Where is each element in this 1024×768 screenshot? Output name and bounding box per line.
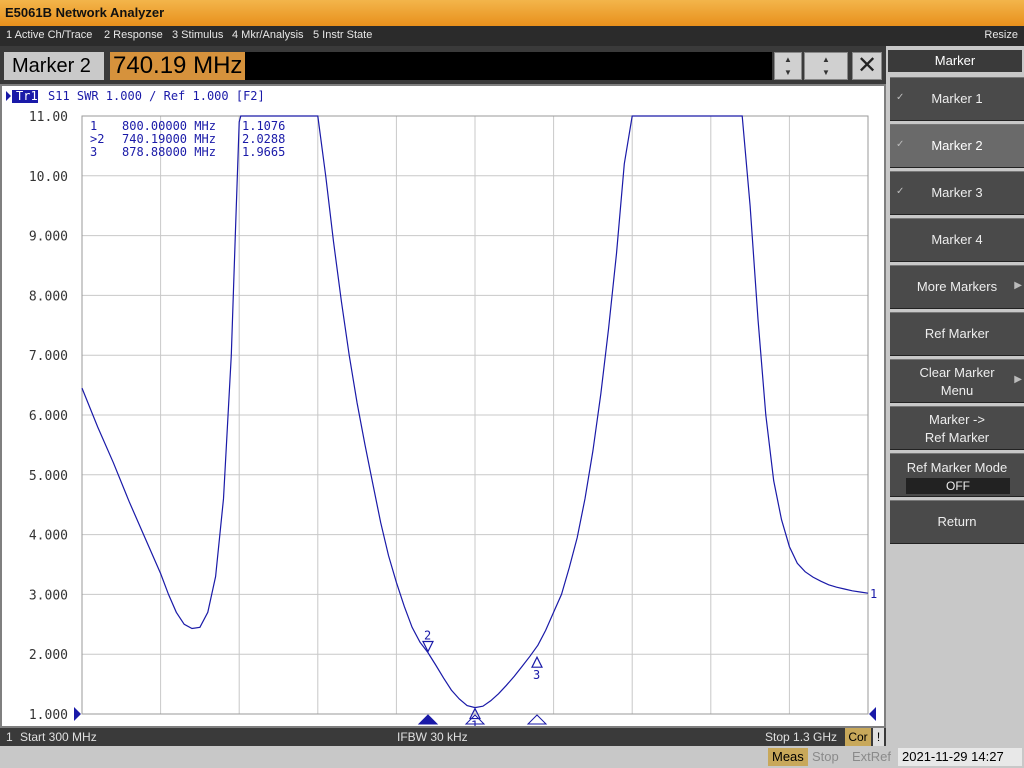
submenu-arrow-icon: ▶ [1014,280,1022,291]
softkey-label: More Markers [916,279,998,294]
window-title: E5061B Network Analyzer [5,5,165,20]
marker-table-value: 1.9665 [242,145,285,159]
softkey-label: Marker 4 [931,232,983,247]
marker-2-label: 2 [424,628,431,642]
trace-end-label: 1 [870,587,877,601]
menu-mkr-analysis[interactable]: 4 Mkr/Analysis [232,29,304,41]
ref-level-left-icon [74,707,81,721]
trace-header-text: S11 SWR 1.000 / Ref 1.000 [F2] [48,89,265,103]
softkey-menu: Marker ✓ Marker 1 ✓ Marker 2 ✓ Marker 3 … [886,46,1024,746]
channel-status-bar: 1 Start 300 MHz IFBW 30 kHz Stop 1.3 GHz… [0,728,886,746]
y-tick-label: 2.000 [29,648,68,663]
menu-instr-state[interactable]: 5 Instr State [313,29,372,41]
marker-table-value: 1.1076 [242,119,285,133]
stop-indicator: Stop [812,749,839,764]
marker-1-label: 1 [471,719,478,726]
ref-marker-mode-value: OFF [906,478,1010,494]
softkey-marker-1[interactable]: ✓ Marker 1 [890,77,1024,121]
y-tick-label: 11.00 [29,110,68,125]
entry-bar: Marker 2 740.19 MHz ▲ ▼ ▲ ▼ ✕ [0,46,886,84]
softkey-label: Marker 1 [931,91,983,106]
chart-svg: Tr1 S11 SWR 1.000 / Ref 1.000 [F2] 11.00 10… [6,89,877,726]
channel-number: 1 [6,730,13,744]
check-icon: ✓ [896,139,905,150]
y-tick-label: 1.000 [29,708,68,723]
softkey-marker-3[interactable]: ✓ Marker 3 [890,171,1024,215]
marker-2-axis-indicator [417,714,439,725]
marker-3-label: 3 [533,668,540,682]
marker-table-id: >2 [90,132,104,146]
datetime: 2021-11-29 14:27 [898,748,1022,766]
title-bar: E5061B Network Analyzer [0,0,1024,26]
softkey-marker-2[interactable]: ✓ Marker 2 [890,124,1024,168]
application-window: E5061B Network Analyzer 1 Active Ch/Trac… [0,0,1024,768]
softkey-label: Ref Marker [924,326,990,341]
menu-stimulus[interactable]: 3 Stimulus [172,29,223,41]
softkey-more-markers[interactable]: More Markers ▶ [890,265,1024,309]
entry-label: Marker 2 [4,52,104,80]
trace-pointer-icon [6,91,11,101]
marker-table-value: 2.0288 [242,132,285,146]
softkey-label: Marker 3 [931,185,983,200]
check-icon: ✓ [896,92,905,103]
softkey-label-line2: Ref Marker [924,430,990,445]
softkey-ref-marker[interactable]: Ref Marker [890,312,1024,356]
y-tick-label: 5.000 [29,469,68,484]
correction-badge: Cor [845,728,871,746]
softkey-marker-to-ref-marker[interactable]: Marker -> Ref Marker [890,406,1024,450]
entry-step-spinner[interactable]: ▲ ▼ [774,52,802,80]
entry-value-field[interactable]: 740.19 MHz [110,52,772,80]
softkey-clear-marker-menu[interactable]: Clear Marker Menu ▶ [890,359,1024,403]
y-tick-label: 4.000 [29,529,68,544]
menu-bar: 1 Active Ch/Trace 2 Response 3 Stimulus … [0,26,1024,46]
softkey-menu-title: Marker [888,50,1022,72]
knob-down-icon[interactable]: ▼ [805,66,847,79]
marker-2-icon [422,640,434,653]
y-tick-label: 3.000 [29,588,68,603]
marker-3-icon [531,655,543,668]
stop-frequency: Stop 1.3 GHz [765,730,838,744]
resize-button[interactable]: Resize [984,29,1018,41]
entry-close-button[interactable]: ✕ [852,52,882,80]
instrument-status-bar: Meas Stop ExtRef 2021-11-29 14:27 [0,746,1024,768]
y-tick-label: 10.00 [29,170,68,185]
menu-response[interactable]: 2 Response [104,29,163,41]
softkey-label: Marker -> [929,412,985,427]
marker-3-axis-indicator [526,714,548,725]
marker-table-frequency: 878.88000 MHz [122,145,216,159]
marker-table-id: 1 [90,119,97,133]
extref-indicator: ExtRef [852,749,892,764]
softkey-return[interactable]: Return [890,500,1024,544]
submenu-arrow-icon: ▶ [1014,374,1022,385]
knob-up-icon[interactable]: ▲ [805,53,847,66]
marker-table-frequency: 740.19000 MHz [122,132,216,146]
entry-knob-spinner[interactable]: ▲ ▼ [804,52,848,80]
step-up-icon[interactable]: ▲ [775,53,801,66]
y-tick-label: 6.000 [29,409,68,424]
close-icon: ✕ [856,52,878,79]
menu-active-ch-trace[interactable]: 1 Active Ch/Trace [6,29,92,41]
marker-table-frequency: 800.00000 MHz [122,119,216,133]
meas-indicator: Meas [768,748,808,766]
softkey-ref-marker-mode[interactable]: Ref Marker Mode OFF [890,453,1024,497]
softkey-label: Return [937,514,977,529]
ifbw-value: IFBW 30 kHz [397,730,468,744]
ref-level-right-icon [869,707,876,721]
softkey-marker-4[interactable]: Marker 4 [890,218,1024,262]
step-down-icon[interactable]: ▼ [775,66,801,79]
trace-tag: Tr1 [16,89,38,103]
entry-value-text: 740.19 MHz [110,52,246,80]
softkey-label: Marker 2 [931,138,983,153]
chart-panel[interactable]: Tr1 S11 SWR 1.000 / Ref 1.000 [F2] 11.00 10… [0,84,886,728]
y-tick-label: 9.000 [29,230,68,245]
y-tick-label: 7.000 [29,349,68,364]
softkey-label-line2: Menu [940,383,974,398]
softkey-label: Clear Marker [919,365,995,380]
start-frequency: Start 300 MHz [20,730,97,744]
y-tick-label: 8.000 [29,289,68,304]
softkey-label: Ref Marker Mode [906,460,1008,475]
check-icon: ✓ [896,186,905,197]
warning-flag: ! [873,728,884,746]
marker-table-id: 3 [90,145,97,159]
